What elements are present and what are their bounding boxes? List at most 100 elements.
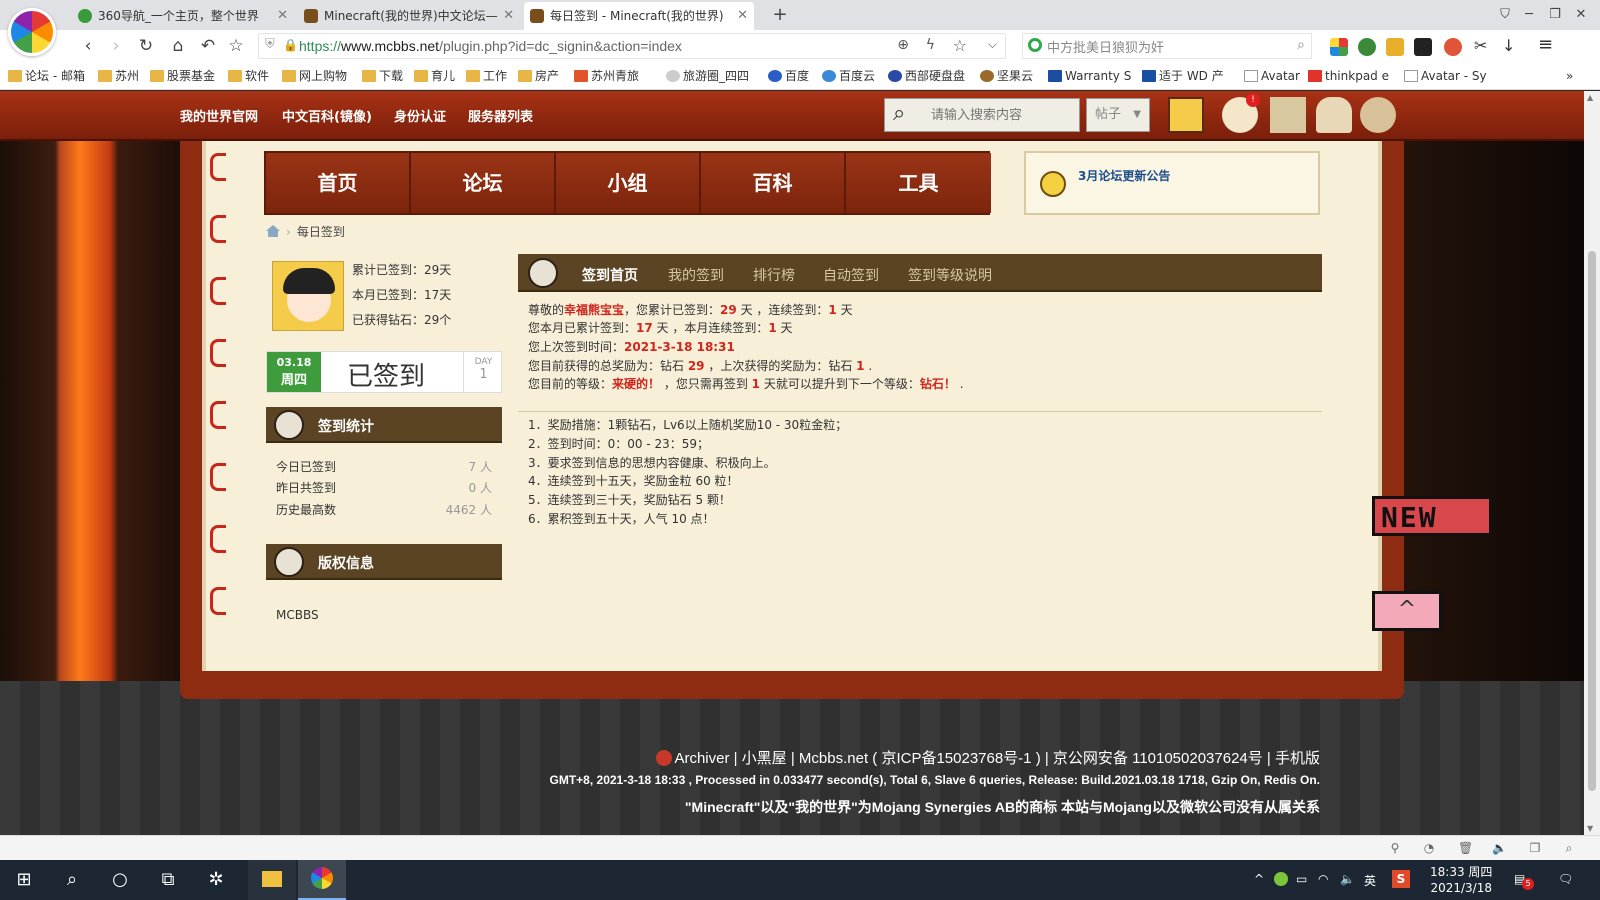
bookmark-item[interactable]: thinkpad e xyxy=(1308,68,1389,84)
bookmark-item[interactable]: 软件 xyxy=(228,68,269,84)
message-extension-icon[interactable] xyxy=(1414,38,1432,56)
browser-taskbar-icon[interactable] xyxy=(298,860,346,900)
bookmark-item[interactable]: 苏州青旅 xyxy=(574,68,639,84)
bookmark-item[interactable]: 工作 xyxy=(466,68,507,84)
shirt-skin-icon[interactable]: ⛉ xyxy=(1494,5,1516,25)
nav-tools[interactable]: 工具 xyxy=(846,153,991,213)
menu-icon[interactable]: ≡ xyxy=(1538,34,1553,55)
speed-icon[interactable]: ◔ xyxy=(1422,841,1436,855)
close-icon[interactable]: ✕ xyxy=(277,2,288,30)
character-icon[interactable] xyxy=(1316,97,1352,133)
browser-tab-360[interactable]: 360导航_一个主页，整个世界 ✕ xyxy=(72,2,294,30)
ime-indicator[interactable]: 英 xyxy=(1364,872,1376,889)
minimize-button[interactable]: ─ xyxy=(1518,5,1540,25)
notification-icon[interactable]: ! xyxy=(1222,93,1260,133)
avatar[interactable] xyxy=(272,261,344,331)
header-link-wiki[interactable]: 中文百科(镜像) xyxy=(282,106,372,125)
volume-icon[interactable]: 🔈 xyxy=(1492,841,1507,855)
apps-grid-icon[interactable] xyxy=(1330,38,1348,56)
shield-icon[interactable]: ⛨ xyxy=(265,37,275,52)
game-extension-icon[interactable] xyxy=(1386,38,1404,56)
tray-app-icon[interactable] xyxy=(1274,872,1288,886)
task-view-icon[interactable]: ⧉ xyxy=(144,860,192,900)
user-avatar-icon[interactable] xyxy=(1168,97,1204,133)
scrollbar-thumb[interactable] xyxy=(1588,251,1596,791)
nav-forum[interactable]: 论坛 xyxy=(411,153,556,213)
bookmark-item[interactable]: 旅游圈_四四 xyxy=(666,68,749,84)
download-icon[interactable]: ↓ xyxy=(1502,36,1515,55)
speaker-icon[interactable]: 🔈 xyxy=(1340,872,1355,886)
reload-button[interactable]: ↻ xyxy=(134,34,158,58)
notification-center-icon[interactable]: ▤ 5 xyxy=(1514,872,1534,890)
pin-icon[interactable]: ⚲ xyxy=(1388,841,1402,855)
announcement-link[interactable]: 3月论坛更新公告 xyxy=(1078,167,1170,184)
forward-button[interactable]: › xyxy=(104,34,128,58)
cortana-icon[interactable]: ○ xyxy=(96,860,144,900)
nav-groups[interactable]: 小组 xyxy=(556,153,701,213)
zoom-icon[interactable]: ⊕ xyxy=(897,37,909,53)
palette-icon[interactable] xyxy=(1360,97,1396,133)
bookmarks-overflow-icon[interactable]: » xyxy=(1566,68,1573,84)
shield-extension-icon[interactable] xyxy=(1444,38,1462,56)
zoom-icon[interactable]: ⌕ xyxy=(1562,841,1576,855)
nav-home[interactable]: 首页 xyxy=(266,153,411,213)
search-icon[interactable]: ⌕ xyxy=(48,860,96,900)
trash-icon[interactable]: 🗑 xyxy=(1458,841,1473,855)
nav-wiki[interactable]: 百科 xyxy=(701,153,846,213)
system-clock[interactable]: 18:33 周四 2021/3/18 xyxy=(1430,864,1492,896)
bookmark-item[interactable]: 西部硬盘盘 xyxy=(888,68,965,84)
window-icon[interactable]: ❐ xyxy=(1528,841,1542,855)
undo-close-button[interactable]: ↶ xyxy=(196,34,220,58)
bookmark-item[interactable]: 论坛 - 邮箱 xyxy=(8,68,85,84)
back-button[interactable]: ‹ xyxy=(76,34,100,58)
page-scrollbar[interactable]: ▲ ▼ xyxy=(1584,91,1600,835)
bookmark-item[interactable]: 苏州 xyxy=(98,68,139,84)
tab-signin-home[interactable]: 签到首页 xyxy=(582,265,638,285)
bookmark-star-icon[interactable]: ☆ xyxy=(953,36,967,55)
search-icon[interactable]: ⌕ xyxy=(1297,37,1305,53)
cube-icon[interactable] xyxy=(1270,97,1306,133)
sogou-ime-icon[interactable]: S xyxy=(1392,870,1410,888)
bookmark-item[interactable]: 股票基金 xyxy=(150,68,215,84)
signin-status-box[interactable]: 03.18 周四 已签到 DAY 1 xyxy=(266,351,502,393)
pinwheel-app-icon[interactable]: ✲ xyxy=(192,860,240,900)
bookmark-item[interactable]: 适于 WD 产 xyxy=(1142,68,1224,84)
username[interactable]: 幸福熊宝宝 xyxy=(564,303,624,317)
scroll-up-icon[interactable]: ▲ xyxy=(1587,93,1593,102)
home-icon[interactable] xyxy=(266,225,280,237)
home-button[interactable]: ⌂ xyxy=(166,34,190,58)
bookmark-item[interactable]: 坚果云 xyxy=(980,68,1033,84)
file-explorer-icon[interactable] xyxy=(248,860,296,900)
site-search-box[interactable]: ⌕ xyxy=(884,98,1080,132)
bookmark-item[interactable]: 网上购物 xyxy=(282,68,347,84)
tab-auto-signin[interactable]: 自动签到 xyxy=(823,265,879,285)
header-link-auth[interactable]: 身份认证 xyxy=(394,106,446,125)
search-icon[interactable]: ⌕ xyxy=(893,101,905,126)
bookmark-item[interactable]: 下载 xyxy=(362,68,403,84)
tab-level-info[interactable]: 签到等级说明 xyxy=(908,265,992,285)
address-bar[interactable]: ⛨ 🔒 https://www.mcbbs.net/plugin.php?id=… xyxy=(258,33,1006,59)
site-search-input[interactable] xyxy=(931,105,1071,125)
close-icon[interactable]: ✕ xyxy=(503,2,514,30)
scroll-down-icon[interactable]: ▼ xyxy=(1587,824,1593,833)
chevron-down-icon[interactable]: ⌵ xyxy=(988,37,997,52)
maximize-button[interactable]: ❐ xyxy=(1544,5,1566,25)
new-flag-button[interactable]: NEW xyxy=(1372,496,1492,536)
bookmark-item[interactable]: 百度云 xyxy=(822,68,875,84)
bookmark-item[interactable]: Avatar - Sy xyxy=(1404,68,1487,84)
url-text[interactable]: https://www.mcbbs.net/plugin.php?id=dc_s… xyxy=(299,34,682,58)
header-link-servers[interactable]: 服务器列表 xyxy=(468,106,533,125)
browser-tab-signin[interactable]: 每日签到 - Minecraft(我的世界) ✕ xyxy=(524,2,754,30)
close-icon[interactable]: ✕ xyxy=(737,2,748,30)
bookmark-item[interactable]: Warranty S xyxy=(1048,68,1131,84)
tray-expand-icon[interactable]: ^ xyxy=(1254,872,1264,886)
tab-leaderboard[interactable]: 排行榜 xyxy=(753,265,795,285)
lightning-icon[interactable]: ϟ xyxy=(926,37,935,53)
close-window-button[interactable]: ✕ xyxy=(1570,5,1592,25)
scissors-icon[interactable]: ✂ xyxy=(1474,36,1487,55)
footer-links[interactable]: Archiver | 小黑屋 | Mcbbs.net ( 京ICP备150237… xyxy=(656,747,1320,768)
bookmark-item[interactable]: Avatar xyxy=(1244,68,1300,84)
tab-my-signin[interactable]: 我的签到 xyxy=(668,265,724,285)
browser-tab-mcbbs[interactable]: Minecraft(我的世界)中文论坛— ✕ xyxy=(298,2,520,30)
new-tab-button[interactable]: + xyxy=(768,2,792,28)
